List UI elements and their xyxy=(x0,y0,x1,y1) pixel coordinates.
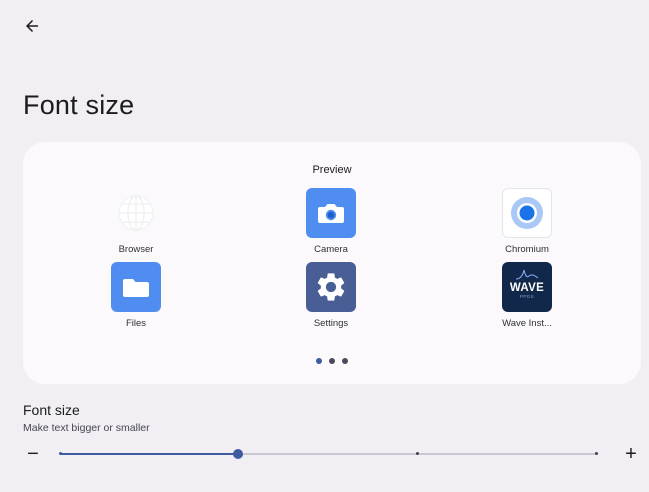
chromium-icon xyxy=(502,188,552,238)
wave-logo-text: WAVE xyxy=(509,282,545,294)
camera-icon xyxy=(306,188,356,238)
page-title: Font size xyxy=(23,90,135,120)
wave-logo-icon: WAVE PPDS xyxy=(502,262,552,312)
slider-tick xyxy=(415,452,419,455)
slider-tick xyxy=(594,452,598,455)
minus-icon: − xyxy=(27,442,39,465)
increase-font-button[interactable]: + xyxy=(620,443,642,465)
app-wave-inst: WAVE PPDS Wave Inst... xyxy=(472,262,582,329)
slider-thumb[interactable] xyxy=(233,449,244,459)
preview-label: Preview xyxy=(312,164,352,176)
back-button[interactable] xyxy=(18,12,46,40)
arrow-back-icon xyxy=(26,20,38,32)
slider-tick xyxy=(58,452,62,455)
app-settings: Settings xyxy=(276,262,386,329)
slider-active-track xyxy=(60,453,239,455)
globe-icon xyxy=(111,188,161,238)
app-browser: Browser xyxy=(81,188,191,255)
app-camera: Camera xyxy=(276,188,386,255)
app-label: Browser xyxy=(118,244,154,255)
decrease-font-button[interactable]: − xyxy=(22,443,44,465)
gear-icon xyxy=(306,262,356,312)
folder-icon xyxy=(111,262,161,312)
wave-logo-subtext: PPDS xyxy=(519,294,535,299)
page-dot xyxy=(329,358,335,364)
font-size-slider[interactable] xyxy=(58,448,598,460)
app-label: Camera xyxy=(314,244,348,255)
preview-card: Preview Browser Camera Chromium Files Se… xyxy=(23,142,641,384)
app-label: Wave Inst... xyxy=(502,318,552,329)
app-files: Files xyxy=(81,262,191,329)
app-label: Settings xyxy=(313,318,349,329)
font-size-setting-title: Font size xyxy=(23,402,80,418)
font-size-settings-page: Font size Preview Browser Camera Chromiu… xyxy=(0,0,649,492)
page-dot xyxy=(316,358,322,364)
plus-icon: + xyxy=(625,442,637,465)
app-chromium: Chromium xyxy=(472,188,582,255)
font-size-setting-subtitle: Make text bigger or smaller xyxy=(23,422,150,434)
app-label: Files xyxy=(125,318,147,329)
page-dot xyxy=(342,358,348,364)
app-label: Chromium xyxy=(505,244,549,255)
page-indicator xyxy=(23,358,641,364)
